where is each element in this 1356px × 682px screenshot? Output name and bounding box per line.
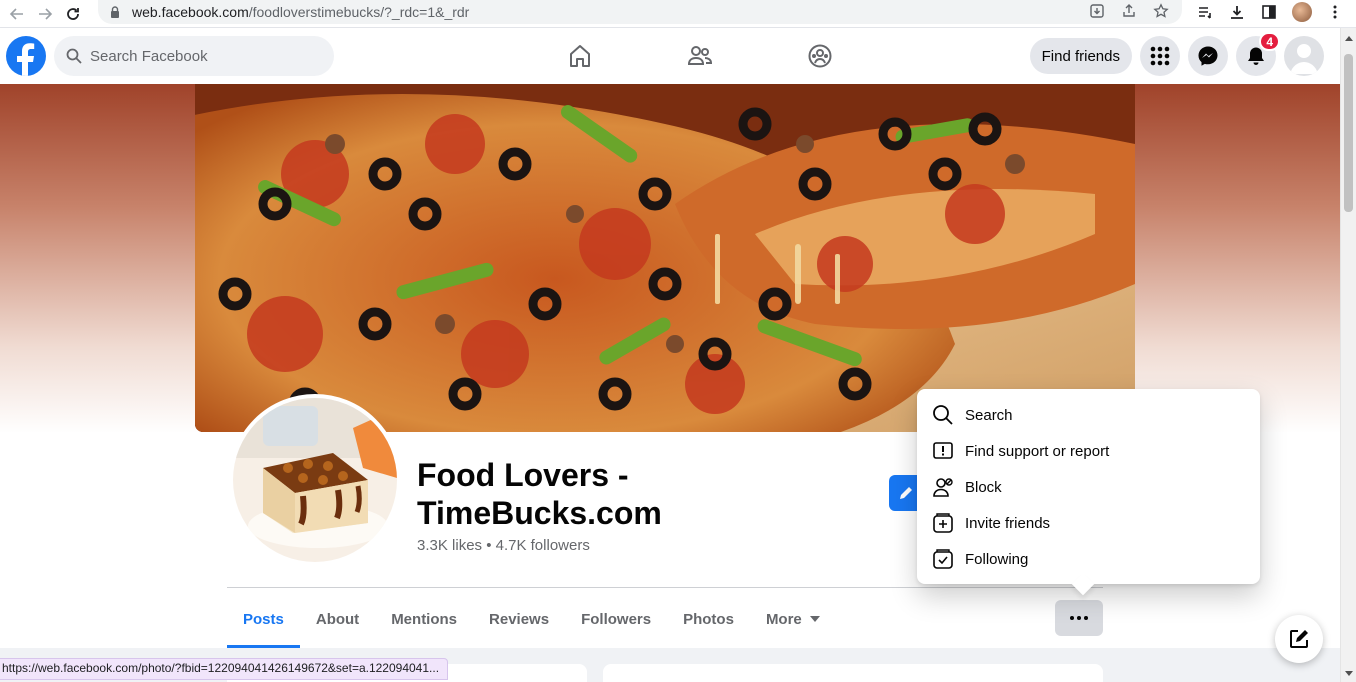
bookmark-star-icon[interactable] — [1152, 2, 1170, 20]
search-input[interactable] — [90, 47, 310, 65]
url-path: /foodloverstimebucks/?_rdc=1&_rdr — [248, 4, 470, 20]
report-icon — [931, 439, 955, 463]
find-friends-button[interactable]: Find friends — [1029, 38, 1132, 74]
messenger-icon[interactable] — [1188, 36, 1228, 76]
forward-icon[interactable] — [34, 3, 56, 25]
scroll-up-arrow-icon[interactable] — [1345, 36, 1353, 41]
tabs-divider — [227, 587, 1103, 588]
notifications-bell-icon[interactable]: 4 — [1236, 32, 1280, 76]
page-stats[interactable]: 3.3K likes • 4.7K followers — [417, 537, 590, 554]
reload-icon[interactable] — [62, 3, 84, 25]
groups-icon[interactable] — [760, 28, 880, 84]
page-tabs: Posts About Mentions Reviews Followers P… — [227, 598, 836, 648]
post-card — [603, 664, 1103, 682]
scroll-thumb[interactable] — [1344, 54, 1353, 212]
back-icon[interactable] — [6, 3, 28, 25]
dot-icon — [1077, 616, 1081, 620]
share-icon[interactable] — [1120, 2, 1138, 20]
pencil-icon — [900, 487, 912, 499]
menu-item-following[interactable]: Following — [925, 541, 1252, 577]
compose-icon — [1290, 630, 1308, 648]
tab-mentions[interactable]: Mentions — [375, 598, 473, 640]
browser-menu-icon[interactable] — [1326, 3, 1344, 21]
cover-photo[interactable] — [195, 84, 1135, 432]
browser-profile-avatar[interactable] — [1292, 2, 1312, 22]
menu-item-find-support[interactable]: Find support or report — [925, 433, 1252, 469]
menu-item-label: Find support or report — [965, 442, 1110, 460]
lock-icon — [111, 6, 119, 18]
tab-more-label: More — [765, 610, 802, 628]
search-icon — [66, 48, 82, 64]
new-message-button[interactable] — [1275, 615, 1323, 663]
facebook-header: Find friends 4 — [0, 28, 1340, 84]
page-scrollbar[interactable] — [1340, 28, 1356, 682]
main-nav — [520, 28, 880, 84]
menu-item-search[interactable]: Search — [925, 397, 1252, 433]
home-icon[interactable] — [520, 28, 640, 84]
browser-toolbar: web.facebook.com/foodloverstimebucks/?_r… — [0, 0, 1356, 28]
facebook-logo-icon[interactable] — [6, 36, 46, 76]
notification-badge: 4 — [1259, 32, 1280, 51]
install-icon[interactable] — [1088, 2, 1106, 20]
page-profile-picture[interactable] — [229, 394, 401, 566]
menu-grid-icon[interactable] — [1140, 36, 1180, 76]
dot-icon — [1084, 616, 1088, 620]
side-panel-icon[interactable] — [1260, 3, 1278, 21]
tab-followers[interactable]: Followers — [565, 598, 667, 640]
search-icon — [931, 403, 955, 427]
scroll-down-arrow-icon[interactable] — [1345, 671, 1353, 676]
menu-item-block[interactable]: Block — [925, 469, 1252, 505]
tab-reviews[interactable]: Reviews — [473, 598, 565, 640]
following-icon — [931, 547, 955, 571]
more-options-menu: Search Find support or report Block Invi… — [917, 389, 1260, 584]
link-preview-status: https://web.facebook.com/photo/?fbid=122… — [0, 658, 449, 680]
menu-item-label: Invite friends — [965, 514, 1051, 532]
page-title: Food Lovers - TimeBucks.com — [417, 457, 662, 531]
friends-icon[interactable] — [640, 28, 760, 84]
download-icon[interactable] — [1228, 3, 1246, 21]
search-box[interactable] — [54, 36, 334, 76]
menu-item-label: Search — [965, 406, 1013, 424]
caret-down-icon — [809, 616, 820, 622]
url-domain: web.facebook.com — [132, 4, 249, 20]
more-options-button[interactable] — [1055, 600, 1103, 636]
dot-icon — [1070, 616, 1074, 620]
tab-about[interactable]: About — [300, 598, 375, 640]
block-user-icon — [931, 475, 955, 499]
tab-posts[interactable]: Posts — [227, 598, 300, 648]
address-bar[interactable]: web.facebook.com/foodloverstimebucks/?_r… — [98, 0, 1182, 24]
reading-list-icon[interactable] — [1196, 3, 1214, 21]
menu-item-label: Block — [965, 478, 1002, 496]
tab-more[interactable]: More — [750, 598, 836, 640]
tab-photos[interactable]: Photos — [667, 598, 750, 640]
invite-icon — [931, 511, 955, 535]
menu-item-invite-friends[interactable]: Invite friends — [925, 505, 1252, 541]
menu-item-label: Following — [965, 550, 1029, 568]
account-avatar[interactable] — [1284, 36, 1324, 76]
